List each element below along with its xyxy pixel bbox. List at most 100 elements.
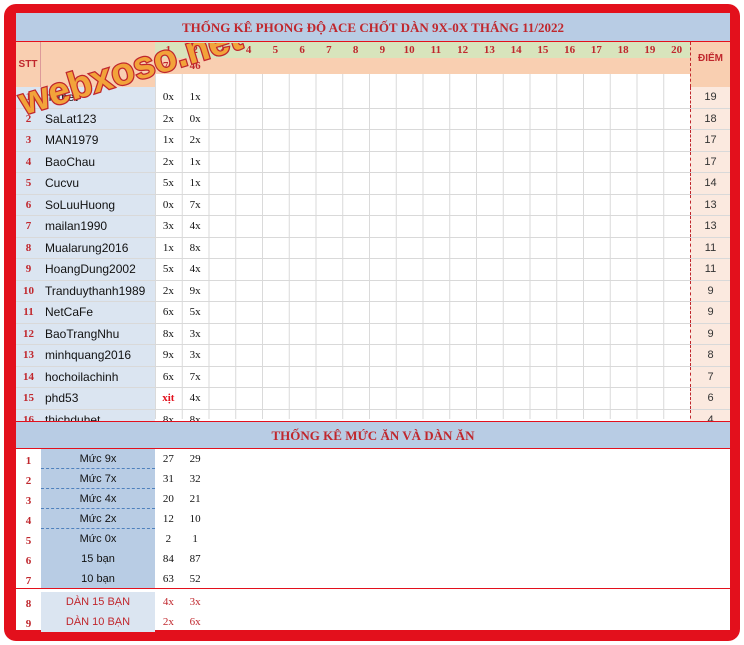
player-name: MAN1979 (41, 130, 155, 151)
summary-row: 2 Mức 7x 31 32 (16, 469, 730, 489)
column-total: 46 (189, 60, 201, 72)
points-cell: 8 (690, 345, 730, 366)
column-number: 2 (192, 44, 198, 56)
table-row: 8 Mualarung2016 1x 8x 11 (16, 237, 730, 259)
column-number: 10 (403, 44, 415, 56)
column-number: 5 (272, 44, 279, 56)
points-cell: 17 (690, 130, 730, 151)
summary-title: THỐNG KÊ MỨC ĂN VÀ DÀN ĂN (16, 421, 730, 449)
result-cell: 0x (189, 112, 201, 125)
column-number: 4 (245, 44, 252, 56)
summary-label: Mức 0x (41, 529, 155, 549)
result-cell: 1x (162, 134, 174, 146)
table-row: 7 mailan1990 3x 4x 13 (16, 216, 730, 238)
points-cell: 13 (690, 216, 730, 237)
result-cell: 8x (189, 241, 201, 254)
result-cell: 2x (189, 134, 201, 146)
stt-header: STT (16, 42, 41, 87)
player-name: mailan1990 (41, 216, 155, 237)
points-cell: 19 (690, 87, 730, 108)
player-name: BaoTrangNhu (41, 323, 155, 344)
row-number: 9 (16, 259, 41, 280)
table-row: 12 BaoTrangNhu 8x 3x 9 (16, 323, 730, 345)
summary-value: 2 (165, 533, 172, 545)
row-number: 6 (16, 194, 41, 215)
summary-row: 3 Mức 4x 20 21 (16, 489, 730, 509)
summary-row-number: 2 (25, 475, 32, 487)
row-number: 13 (16, 345, 41, 366)
result-cell: 4x (189, 392, 201, 404)
points-cell: 11 (690, 237, 730, 258)
summary-value: 3x (189, 596, 201, 608)
summary-row-number: 3 (25, 495, 32, 507)
result-cell: 1x (189, 91, 201, 103)
table-row: 1 mimet 0x 1x 19 (16, 87, 730, 109)
column-number: 3 (219, 44, 225, 56)
points-cell: 7 (690, 366, 730, 387)
summary-label: Mức 2x (41, 509, 155, 529)
player-name: Mualarung2016 (41, 237, 155, 258)
result-cell: 5x (189, 306, 201, 318)
column-number: 1 (165, 44, 172, 56)
column-number: 11 (430, 44, 442, 56)
points-cell: 11 (690, 259, 730, 280)
column-number: 17 (590, 44, 602, 56)
row-number: 10 (16, 280, 41, 301)
player-name: SoLuuHuong (41, 194, 155, 215)
result-cell: 2x (162, 155, 174, 168)
player-name: mimet (41, 87, 155, 108)
points-cell: 9 (690, 280, 730, 301)
summary-value: 12 (162, 513, 174, 525)
table-row: 11 NetCaFe 6x 5x 9 (16, 302, 730, 324)
points-cell: 18 (690, 108, 730, 129)
column-number: 9 (379, 44, 386, 56)
result-cell: 3x (189, 327, 201, 340)
table-row: 2 SaLat123 2x 0x 18 (16, 108, 730, 130)
summary-value: 4x (162, 596, 174, 608)
player-name: BaoChau (41, 151, 155, 172)
summary-label: Mức 9x (41, 449, 155, 469)
summary-row-number: 7 (25, 575, 32, 587)
player-name: phd53 (41, 388, 155, 409)
row-number: 2 (16, 108, 41, 129)
row-number: 7 (16, 216, 41, 237)
result-cell: 9x (189, 284, 201, 297)
result-cell: 1x (162, 241, 174, 254)
table-row: 4 BaoChau 2x 1x 17 (16, 151, 730, 173)
player-name: HoangDung2002 (41, 259, 155, 280)
row-number: 11 (16, 302, 41, 323)
result-cell: 4x (189, 263, 201, 275)
points-header: ĐIỂM (690, 42, 730, 87)
points-cell: 9 (690, 323, 730, 344)
column-number: 12 (457, 44, 469, 56)
summary-value: 52 (189, 573, 201, 585)
summary-value: 87 (189, 553, 201, 565)
result-cell: 2x (162, 112, 174, 125)
column-number: 7 (326, 44, 332, 56)
column-number: 6 (299, 44, 305, 56)
result-cell: 1x (189, 177, 201, 189)
row-number: 15 (16, 388, 41, 409)
summary-value: 32 (189, 473, 201, 485)
row-number: 3 (16, 130, 41, 151)
summary-value: 6x (189, 616, 201, 628)
player-name: Cucvu (41, 173, 155, 194)
column-total: 76 (162, 60, 174, 72)
row-number: 12 (16, 323, 41, 344)
summary-row-number: 8 (25, 598, 32, 610)
result-cell: 7x (189, 370, 201, 383)
row-number: 14 (16, 366, 41, 387)
summary-row: 5 Mức 0x 2 1 (16, 529, 730, 549)
column-number: 20 (671, 44, 683, 56)
table-row: 9 HoangDung2002 5x 4x 11 (16, 259, 730, 281)
summary-row-number: 4 (25, 515, 32, 527)
row-number: 1 (16, 87, 41, 108)
summary-value: 29 (189, 453, 201, 465)
summary-value: 10 (189, 513, 201, 525)
result-cell: 6x (162, 306, 174, 318)
summary-value: 31 (162, 473, 174, 485)
player-name: SaLat123 (41, 108, 155, 129)
summary-row: 9 DÀN 10 BẠN 2x 6x (16, 612, 730, 632)
summary-row-number: 9 (25, 618, 32, 630)
summary-row: 4 Mức 2x 12 10 (16, 509, 730, 529)
